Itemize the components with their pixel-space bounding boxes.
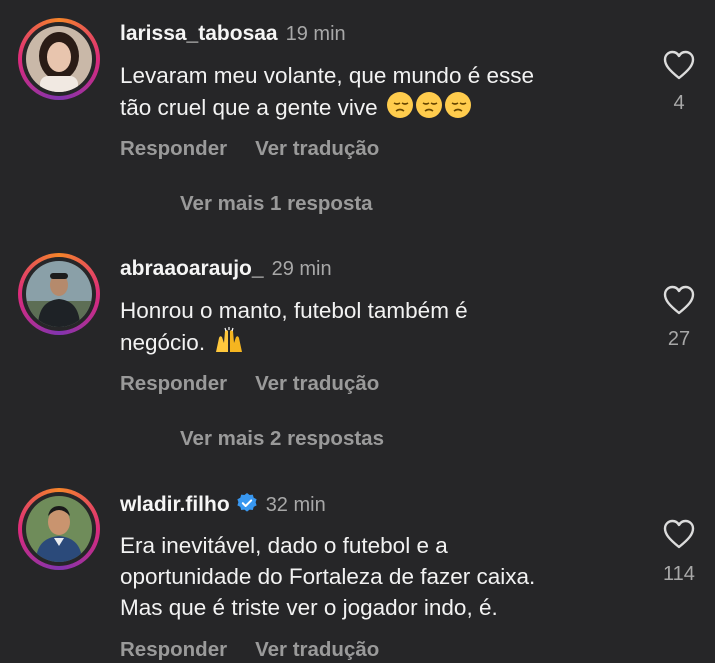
avatar[interactable]: [18, 488, 100, 570]
comment-text: Honrou o manto, futebol também é negócio…: [120, 295, 640, 362]
heart-icon[interactable]: [663, 285, 695, 320]
comment-time: 29 min: [271, 258, 332, 280]
like-count: 114: [663, 563, 695, 585]
reply-button[interactable]: Responder: [120, 638, 227, 661]
avatar-photo: [26, 496, 92, 562]
comment-text: Levaram meu volante, que mundo é esse tã…: [120, 60, 640, 127]
comment-text: Era inevitável, dado o futebol e a oport…: [120, 533, 536, 620]
translate-button[interactable]: Ver tradução: [255, 137, 379, 160]
translate-button[interactable]: Ver tradução: [255, 638, 379, 661]
avatar[interactable]: [18, 18, 100, 100]
avatar-photo: [26, 261, 92, 327]
pensive-face-icon: [386, 91, 472, 127]
comment-time: 32 min: [265, 494, 326, 516]
comment-username[interactable]: wladir.filho 32 min: [120, 492, 326, 520]
reply-button[interactable]: Responder: [120, 372, 227, 395]
like-count: 4: [673, 92, 685, 114]
view-more-replies-button[interactable]: Ver mais 2 respostas: [180, 427, 384, 451]
like-count: 27: [667, 328, 691, 350]
reply-button[interactable]: Responder: [120, 137, 227, 160]
comment-actions: Responder Ver tradução: [120, 372, 407, 396]
verified-badge-icon: [236, 492, 258, 520]
avatar[interactable]: [18, 253, 100, 335]
comment-username[interactable]: larissa_tabosaa 19 min: [120, 22, 346, 46]
view-more-replies-button[interactable]: Ver mais 1 resposta: [180, 192, 373, 216]
translate-button[interactable]: Ver tradução: [255, 372, 379, 395]
comment-time: 19 min: [285, 23, 346, 45]
avatar-photo: [26, 26, 92, 92]
comment-actions: Responder Ver tradução: [120, 638, 407, 662]
heart-icon[interactable]: [663, 519, 695, 554]
heart-icon[interactable]: [663, 50, 695, 85]
comment-username[interactable]: abraaoaraujo_ 29 min: [120, 257, 332, 281]
raising-hands-icon: [213, 326, 245, 362]
comment-actions: Responder Ver tradução: [120, 137, 407, 161]
